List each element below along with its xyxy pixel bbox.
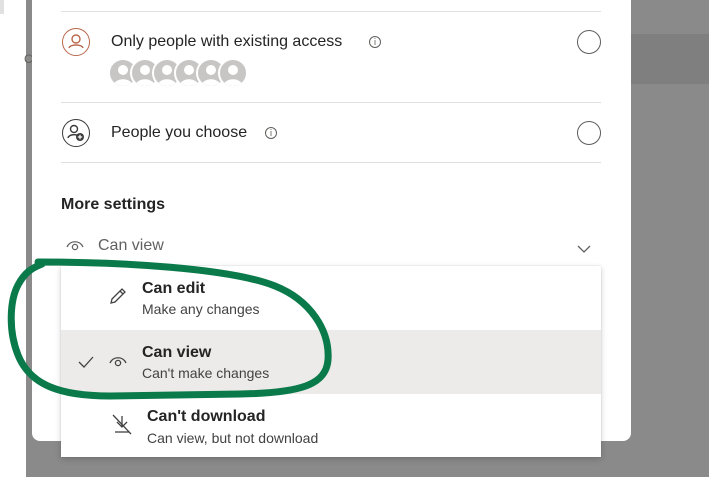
avatar-group bbox=[108, 58, 258, 90]
info-icon[interactable]: i bbox=[369, 36, 381, 48]
menu-item-cant-download[interactable]: Can't download Can view, but not downloa… bbox=[61, 394, 601, 458]
page-left-strip bbox=[0, 0, 26, 477]
avatar bbox=[218, 58, 248, 88]
eye-icon bbox=[109, 354, 127, 373]
option-existing-access-label: Only people with existing access bbox=[111, 33, 343, 50]
chevron-down-icon bbox=[577, 241, 591, 259]
person-add-icon bbox=[62, 119, 90, 147]
person-circle-icon bbox=[62, 28, 90, 56]
menu-item-subtitle: Can't make changes bbox=[142, 365, 270, 381]
permission-select[interactable]: Can view bbox=[61, 232, 601, 262]
radio-existing-access[interactable] bbox=[577, 30, 601, 54]
permission-select-value: Can view bbox=[98, 237, 164, 254]
option-people-you-choose-label: People you choose bbox=[111, 124, 248, 141]
pencil-icon bbox=[108, 286, 128, 311]
menu-item-subtitle: Can view, but not download bbox=[147, 430, 319, 446]
radio-people-you-choose[interactable] bbox=[577, 121, 601, 145]
info-icon[interactable]: i bbox=[265, 127, 277, 139]
more-settings-title: More settings bbox=[61, 196, 166, 213]
backdrop-band bbox=[631, 34, 709, 84]
menu-item-title: Can edit bbox=[142, 280, 206, 297]
menu-item-title: Can't download bbox=[147, 408, 266, 425]
divider bbox=[61, 102, 601, 103]
checkmark-icon bbox=[78, 355, 94, 373]
page-left-stub bbox=[0, 0, 4, 14]
menu-item-title: Can view bbox=[142, 344, 212, 361]
divider bbox=[61, 11, 601, 12]
eye-icon bbox=[66, 238, 84, 257]
no-download-icon bbox=[111, 413, 133, 442]
menu-item-subtitle: Make any changes bbox=[142, 301, 260, 317]
menu-item-can-view[interactable]: Can view Can't make changes bbox=[61, 330, 601, 394]
divider bbox=[61, 162, 601, 163]
menu-item-can-edit[interactable]: Can edit Make any changes bbox=[61, 266, 601, 330]
permission-menu: Can edit Make any changes Can view Can't… bbox=[61, 266, 601, 457]
